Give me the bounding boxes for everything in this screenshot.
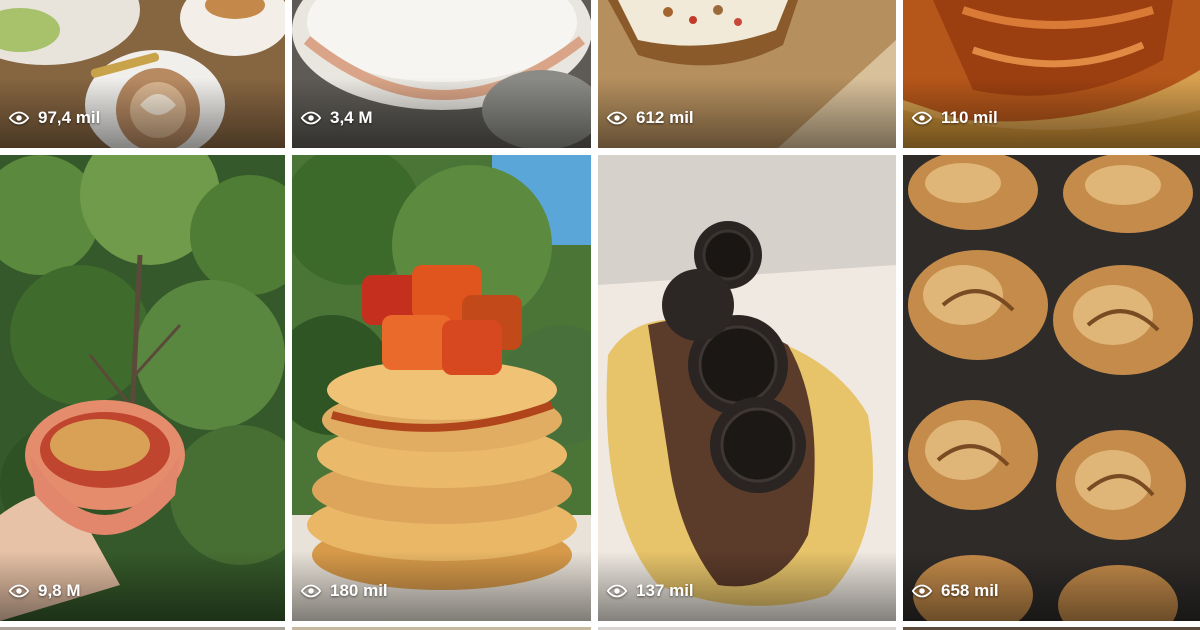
eye-icon bbox=[8, 584, 30, 598]
video-tile-1[interactable]: 97,4 mil bbox=[0, 0, 285, 148]
eye-icon bbox=[8, 111, 30, 125]
view-count-label: 180 mil bbox=[330, 581, 388, 600]
video-tile-2[interactable]: 3,4 M bbox=[292, 0, 591, 148]
eye-icon bbox=[606, 111, 628, 125]
view-count-label: 658 mil bbox=[941, 581, 999, 600]
eye-icon bbox=[911, 111, 933, 125]
view-count: 97,4 mil bbox=[8, 108, 100, 128]
video-grid: 97,4 mil 3,4 M 612 mil 110 mil 9,8 M 180… bbox=[0, 0, 1200, 630]
video-tile-5[interactable]: 9,8 M bbox=[0, 155, 285, 621]
video-tile-7[interactable]: 137 mil bbox=[598, 155, 896, 621]
eye-icon bbox=[606, 584, 628, 598]
view-count: 180 mil bbox=[300, 581, 388, 601]
view-count: 658 mil bbox=[911, 581, 999, 601]
view-count: 137 mil bbox=[606, 581, 694, 601]
view-count-label: 97,4 mil bbox=[38, 108, 101, 127]
video-tile-3[interactable]: 612 mil bbox=[598, 0, 896, 148]
view-count-label: 9,8 M bbox=[38, 581, 81, 600]
view-count: 110 mil bbox=[911, 108, 998, 128]
eye-icon bbox=[911, 584, 933, 598]
view-count-label: 110 mil bbox=[941, 108, 998, 127]
video-tile-6[interactable]: 180 mil bbox=[292, 155, 591, 621]
view-count-label: 612 mil bbox=[636, 108, 694, 127]
video-tile-8[interactable]: 658 mil bbox=[903, 155, 1200, 621]
video-tile-4[interactable]: 110 mil bbox=[903, 0, 1200, 148]
view-count-label: 3,4 M bbox=[330, 108, 373, 127]
view-count-label: 137 mil bbox=[636, 581, 694, 600]
view-count: 612 mil bbox=[606, 108, 694, 128]
view-count: 3,4 M bbox=[300, 108, 373, 128]
eye-icon bbox=[300, 111, 322, 125]
eye-icon bbox=[300, 584, 322, 598]
view-count: 9,8 M bbox=[8, 581, 81, 601]
